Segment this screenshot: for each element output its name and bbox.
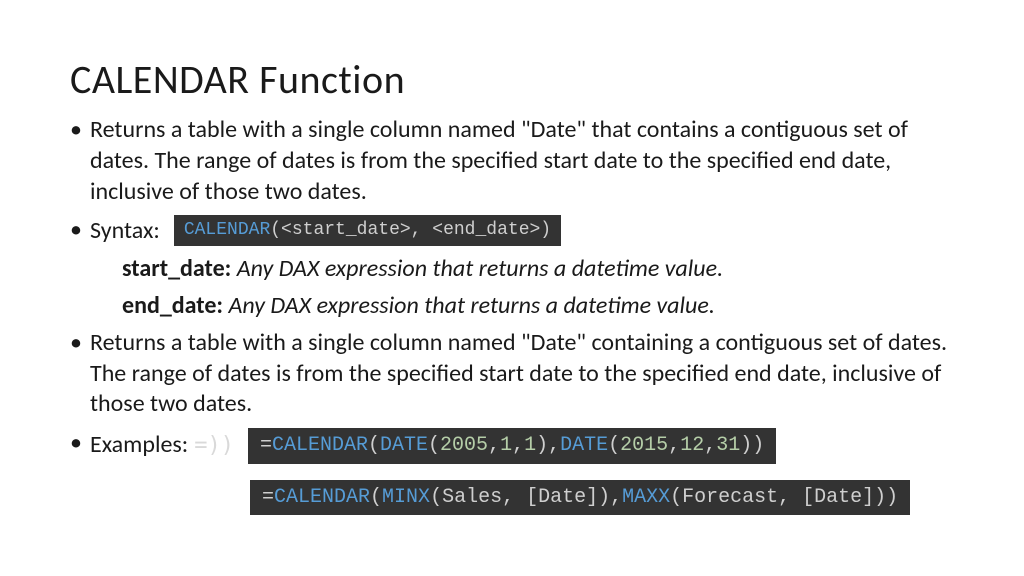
code-comma: , — [512, 433, 524, 459]
bullet-syntax: Syntax: CALENDAR(<start_date>, <end_date… — [70, 215, 954, 246]
code-fn: CALENDAR — [272, 433, 368, 459]
code-paren: ( — [608, 433, 620, 459]
code-args: (Forecast, [Date])) — [670, 485, 898, 511]
examples-label: Examples: — [90, 430, 188, 461]
code-fn: DATE — [380, 433, 428, 459]
bullet-examples: Examples: =)) = CALENDAR (DATE (2005, 1,… — [70, 428, 954, 464]
example-2-code: = CALENDAR (MINX (Sales, [Date]), MAXX (… — [250, 480, 910, 516]
code-paren: ( — [370, 485, 382, 511]
code-num: 31 — [716, 433, 740, 459]
code-num: 1 — [500, 433, 512, 459]
code-num: 12 — [680, 433, 704, 459]
code-num: 2005 — [440, 433, 488, 459]
faded-text: =)) — [194, 432, 234, 460]
param-desc: Any DAX expression that returns a dateti… — [223, 291, 715, 320]
code-fn: MAXX — [622, 485, 670, 511]
slide-title: CALENDAR Function — [70, 54, 954, 105]
param-start-date: start_date: Any DAX expression that retu… — [70, 254, 954, 285]
code-comma: , — [488, 433, 500, 459]
code-comma: , — [668, 433, 680, 459]
code-paren: ), — [536, 433, 560, 459]
code-eq: = — [262, 485, 274, 511]
code-paren: ( — [368, 433, 380, 459]
code-keyword: CALENDAR — [184, 219, 270, 242]
code-fn: DATE — [560, 433, 608, 459]
code-paren: )) — [740, 433, 764, 459]
code-args: (Sales, [Date]), — [430, 485, 622, 511]
bullet-description-2: Returns a table with a single column nam… — [70, 328, 954, 420]
code-num: 1 — [524, 433, 536, 459]
param-desc: Any DAX expression that returns a dateti… — [231, 254, 723, 283]
syntax-code: CALENDAR(<start_date>, <end_date>) — [174, 215, 561, 246]
param-name: end_date: — [122, 291, 223, 320]
code-fn: MINX — [382, 485, 430, 511]
code-eq: = — [260, 433, 272, 459]
param-end-date: end_date: Any DAX expression that return… — [70, 291, 954, 322]
example-1-code: = CALENDAR (DATE (2005, 1, 1), DATE (201… — [248, 428, 776, 464]
code-fn: CALENDAR — [274, 485, 370, 511]
code-paren: ( — [428, 433, 440, 459]
code-num: 2015 — [620, 433, 668, 459]
bullet-list: Returns a table with a single column nam… — [70, 115, 954, 463]
code-comma: , — [704, 433, 716, 459]
param-name: start_date: — [122, 254, 231, 283]
bullet-description-1: Returns a table with a single column nam… — [70, 115, 954, 207]
code-args: (<start_date>, <end_date>) — [270, 219, 551, 242]
syntax-label: Syntax: — [90, 216, 160, 247]
